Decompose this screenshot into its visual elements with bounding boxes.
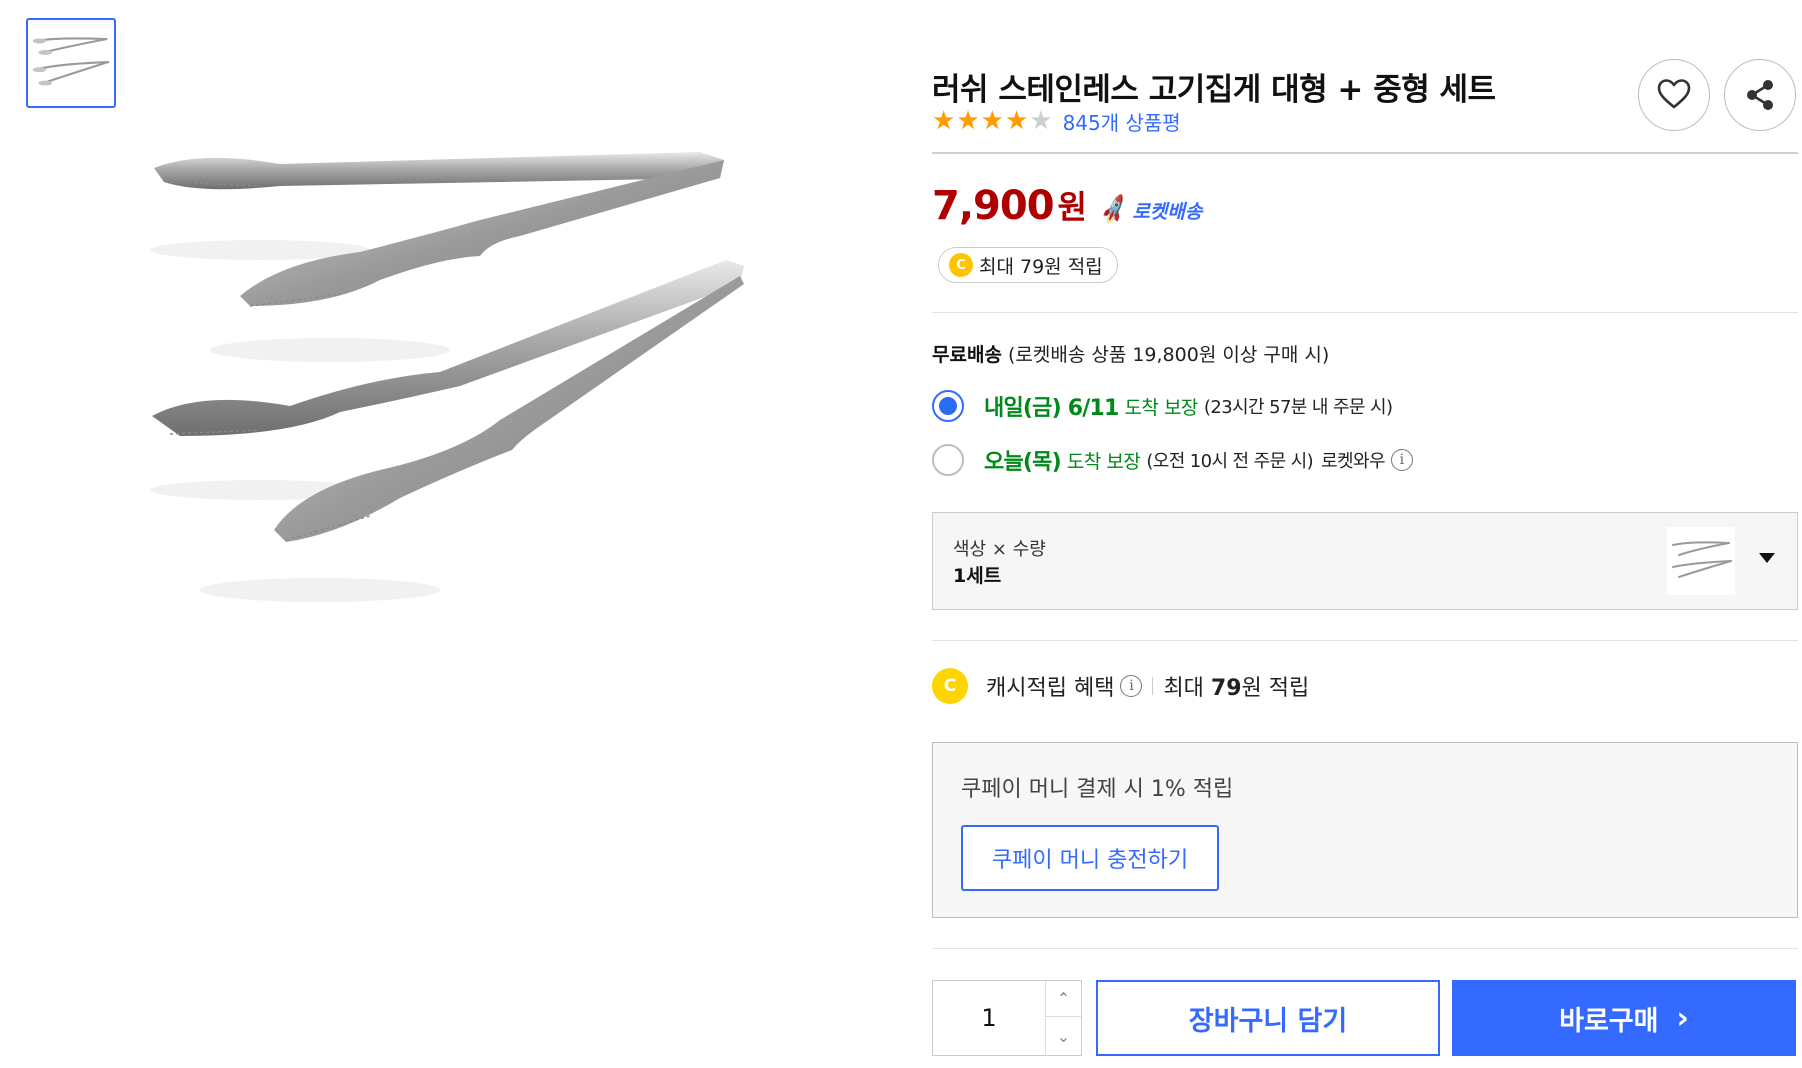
chevron-down-icon[interactable]: ⌄ bbox=[1045, 1018, 1081, 1054]
cash-benefit-row: C 캐시적립 혜택 i 최대 79원 적립 bbox=[932, 668, 1309, 704]
delivery-guarantee: 도착 보장 bbox=[1066, 450, 1141, 473]
cash-coin-icon: C bbox=[949, 253, 973, 277]
buy-now-button[interactable]: 바로구매 › bbox=[1452, 980, 1796, 1056]
rocket-delivery-badge: 🚀 로켓배송 bbox=[1097, 194, 1203, 227]
section-divider bbox=[932, 948, 1798, 949]
cash-coin-icon: C bbox=[932, 668, 968, 704]
radio-button-selected[interactable] bbox=[932, 390, 964, 422]
share-icon bbox=[1747, 80, 1773, 110]
shipping-title: 무료배송 bbox=[932, 344, 1002, 366]
section-divider bbox=[932, 640, 1798, 641]
option-thumbnail bbox=[1667, 527, 1735, 595]
coupay-money-box: 쿠페이 머니 결제 시 1% 적립 쿠페이 머니 충전하기 bbox=[932, 742, 1798, 918]
delivery-date: 내일(금) 6/11 bbox=[984, 396, 1119, 421]
price-amount: 7,900 bbox=[932, 183, 1055, 229]
add-to-cart-button[interactable]: 장바구니 담기 bbox=[1096, 980, 1440, 1056]
favorite-button[interactable] bbox=[1638, 59, 1710, 131]
cash-benefit-title: 캐시적립 혜택 bbox=[986, 676, 1115, 701]
tongs-option-image bbox=[1672, 541, 1732, 578]
info-icon[interactable]: i bbox=[1390, 449, 1413, 471]
quantity-input[interactable]: 1 bbox=[933, 981, 1045, 1054]
radio-button[interactable] bbox=[932, 444, 964, 476]
title-divider bbox=[932, 152, 1798, 154]
shipping-condition: (로켓배송 상품 19,800원 이상 구매 시) bbox=[1007, 344, 1330, 366]
product-title: 러쉬 스테인레스 고기집게 대형 + 중형 세트 bbox=[932, 72, 1496, 108]
star-rating: ★ ★ ★ ★ ★ bbox=[932, 108, 1053, 134]
shipping-info: 무료배송 (로켓배송 상품 19,800원 이상 구매 시) bbox=[932, 340, 1329, 367]
delivery-note: (23시간 57분 내 주문 시) bbox=[1203, 397, 1393, 418]
delivery-note: (오전 10시 전 주문 시) bbox=[1146, 451, 1314, 472]
rating-row: ★ ★ ★ ★ ★ 845개 상품평 bbox=[932, 106, 1181, 136]
price-unit: 원 bbox=[1057, 188, 1087, 226]
star-icon: ★ bbox=[956, 106, 980, 136]
delivery-option-tomorrow[interactable]: 내일(금) 6/11 도착 보장 (23시간 57분 내 주문 시) bbox=[932, 390, 1393, 422]
coupay-reward-text: 쿠페이 머니 결제 시 1% 적립 bbox=[961, 777, 1234, 802]
heart-icon bbox=[1657, 79, 1691, 109]
chevron-right-icon: › bbox=[1676, 1000, 1689, 1036]
share-button[interactable] bbox=[1724, 59, 1796, 131]
coupay-charge-button[interactable]: 쿠페이 머니 충전하기 bbox=[961, 825, 1219, 891]
product-main-image bbox=[140, 150, 880, 690]
star-empty-icon: ★ bbox=[1029, 106, 1053, 136]
rocket-wow-label: 로켓와우 bbox=[1321, 451, 1385, 472]
rocket-icon: 🚀 bbox=[1097, 194, 1132, 227]
product-thumbnail[interactable] bbox=[26, 18, 116, 108]
chevron-down-icon bbox=[1759, 553, 1775, 563]
delivery-guarantee: 도착 보장 bbox=[1124, 396, 1198, 419]
cash-benefit-amount: 최대 79원 적립 bbox=[1163, 676, 1310, 701]
quantity-stepper: 1 ⌃ ⌄ bbox=[932, 980, 1082, 1056]
delivery-option-today[interactable]: 오늘(목) 도착 보장 (오전 10시 전 주문 시) 로켓와우 i bbox=[932, 444, 1413, 476]
star-icon: ★ bbox=[1004, 106, 1029, 136]
option-value: 1세트 bbox=[953, 565, 1002, 587]
cash-reward-pill: C 최대 79원 적립 bbox=[938, 247, 1118, 283]
review-count-link[interactable]: 845개 상품평 bbox=[1063, 107, 1181, 136]
separator bbox=[1152, 677, 1154, 695]
chevron-up-icon[interactable]: ⌃ bbox=[1045, 981, 1081, 1017]
option-label: 색상 × 수량 bbox=[953, 539, 1046, 560]
rocket-delivery-label: 로켓배송 bbox=[1132, 201, 1203, 223]
tongs-thumbnail-image bbox=[32, 37, 110, 86]
star-icon: ★ bbox=[932, 106, 956, 136]
delivery-date: 오늘(목) bbox=[984, 450, 1062, 475]
option-dropdown[interactable]: 색상 × 수량 1세트 bbox=[932, 512, 1798, 610]
buy-now-label: 바로구매 bbox=[1559, 1005, 1659, 1037]
star-icon: ★ bbox=[980, 106, 1004, 136]
info-icon[interactable]: i bbox=[1120, 675, 1143, 697]
price-row: 7,900 원 🚀 로켓배송 bbox=[932, 180, 1202, 228]
section-divider bbox=[932, 312, 1798, 313]
cash-reward-text: 최대 79원 적립 bbox=[979, 255, 1103, 278]
tongs-product-illustration bbox=[150, 152, 744, 602]
